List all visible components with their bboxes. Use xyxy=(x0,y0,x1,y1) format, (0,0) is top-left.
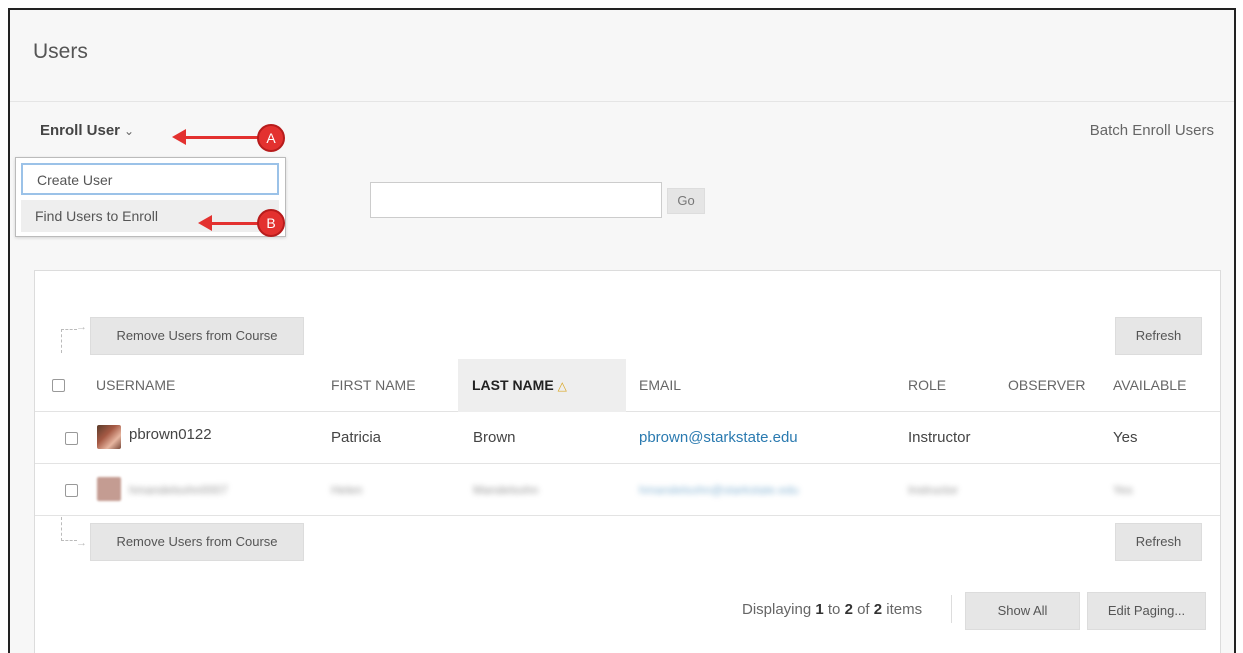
cell-email-link[interactable]: hmandelsohn@starkstate.edu xyxy=(639,464,799,516)
enroll-user-button[interactable]: Enroll User ⌄ xyxy=(40,122,134,139)
column-email[interactable]: EMAIL xyxy=(639,359,681,412)
cell-email-link[interactable]: pbrown@starkstate.edu xyxy=(639,412,798,464)
cell-last-name: Mandelsohn xyxy=(473,483,539,497)
refresh-button[interactable]: Refresh xyxy=(1115,317,1202,355)
chevron-down-icon: ⌄ xyxy=(124,124,135,138)
arrow-head-icon xyxy=(172,129,186,145)
select-all-checkbox[interactable] xyxy=(52,379,65,392)
paging-to-word: to xyxy=(823,601,845,618)
annotation-badge-b: B xyxy=(257,209,285,237)
paging-suffix: items xyxy=(882,601,923,618)
paging-to: 2 xyxy=(844,601,853,618)
sort-ascending-icon: △ xyxy=(557,379,567,393)
cell-role: Instructor xyxy=(908,429,971,446)
row-checkbox[interactable] xyxy=(65,484,78,497)
table-row: pbrown0122 Patricia Brown pbrown@starkst… xyxy=(35,412,1220,464)
page-header: Users xyxy=(10,10,1234,102)
paging-status: Displaying 1 to 2 of 2 items xyxy=(742,601,922,618)
table-header: USERNAME FIRST NAME LAST NAME △ EMAIL ROL… xyxy=(35,359,1220,412)
paging-total: 2 xyxy=(873,601,883,618)
column-observer[interactable]: OBSERVER xyxy=(1008,359,1086,412)
enroll-user-menu: Create User Find Users to Enroll xyxy=(15,157,286,237)
cell-last-name: Brown xyxy=(473,429,516,446)
annotation-arrow-b xyxy=(208,222,260,225)
column-last-name-label: LAST NAME xyxy=(472,377,554,393)
avatar xyxy=(97,477,121,501)
divider xyxy=(951,595,952,623)
annotation-arrow-a xyxy=(180,136,260,139)
column-available[interactable]: AVAILABLE xyxy=(1113,359,1186,412)
users-list-panel: → Remove Users from Course Refresh USERN… xyxy=(34,270,1221,653)
bracket-arrow-icon: → xyxy=(61,321,87,353)
paging-of-word: of xyxy=(852,601,874,618)
menu-item-create-user[interactable]: Create User xyxy=(21,163,279,195)
column-username[interactable]: USERNAME xyxy=(96,359,175,412)
batch-enroll-users-link[interactable]: Batch Enroll Users xyxy=(1090,122,1214,139)
cell-first-name: Helen xyxy=(331,483,363,497)
remove-users-button[interactable]: Remove Users from Course xyxy=(90,317,304,355)
bracket-arrow-icon: → xyxy=(61,517,87,549)
column-first-name[interactable]: FIRST NAME xyxy=(331,359,416,412)
menu-item-find-users-to-enroll[interactable]: Find Users to Enroll xyxy=(21,200,279,232)
column-last-name[interactable]: LAST NAME △ xyxy=(458,359,626,412)
table-row: hmandelsohn0007 Helen Mandelsohn hmandel… xyxy=(35,464,1220,516)
enroll-user-label: Enroll User xyxy=(40,122,121,139)
search-input[interactable] xyxy=(370,182,662,218)
cell-username: hmandelsohn0007 xyxy=(129,483,228,497)
column-role[interactable]: ROLE xyxy=(908,359,946,412)
cell-first-name: Patricia xyxy=(331,429,382,446)
show-all-button[interactable]: Show All xyxy=(965,592,1080,630)
action-bar: Enroll User ⌄ Batch Enroll Users xyxy=(10,103,1234,159)
arrow-head-icon xyxy=(198,215,212,231)
cell-available: Yes xyxy=(1113,429,1138,446)
paging-prefix: Displaying xyxy=(742,601,816,618)
paging-from: 1 xyxy=(815,601,824,618)
cell-available: Yes xyxy=(1113,483,1133,497)
row-checkbox[interactable] xyxy=(65,432,78,445)
remove-users-button[interactable]: Remove Users from Course xyxy=(90,523,304,561)
edit-paging-button[interactable]: Edit Paging... xyxy=(1087,592,1206,630)
go-button[interactable]: Go xyxy=(667,188,705,214)
annotation-badge-a: A xyxy=(257,124,285,152)
avatar xyxy=(97,425,121,449)
refresh-button[interactable]: Refresh xyxy=(1115,523,1202,561)
cell-username: pbrown0122 xyxy=(129,426,212,443)
app-frame: Users Enroll User ⌄ Batch Enroll Users Go… xyxy=(8,8,1236,653)
page-title: Users xyxy=(33,40,88,63)
cell-role: Instructor xyxy=(908,483,959,497)
